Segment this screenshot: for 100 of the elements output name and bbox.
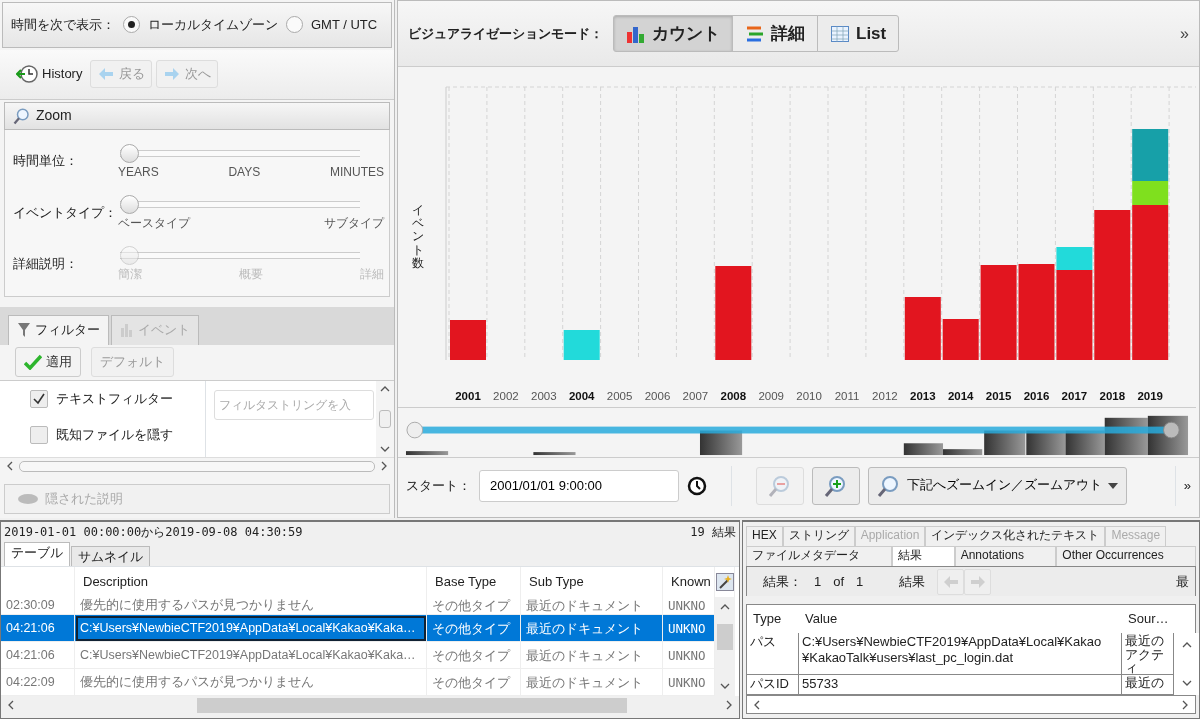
mode-label: ビジュアライゼーションモード： [408, 25, 603, 42]
checkbox-label[interactable]: テキストフィルター [56, 390, 173, 407]
scrollbar-thumb[interactable] [197, 697, 627, 713]
table-cell[interactable]: 最近のドキュメント [521, 615, 663, 642]
table-icon [830, 23, 850, 44]
vertical-scrollbar[interactable] [715, 597, 735, 696]
histogram-bar [406, 451, 449, 456]
zoom-out-icon [768, 473, 792, 498]
table-cell[interactable]: 04:21:06 [1, 615, 75, 642]
results-unit: 結果 [899, 573, 926, 590]
column-header[interactable]: Known [663, 567, 715, 597]
axis-label: 2009 [758, 390, 784, 402]
axis-label: 2003 [531, 390, 557, 402]
radio-label[interactable]: ローカルタイムゾーン [148, 17, 278, 33]
axis-title: イベント数 [412, 204, 424, 270]
table-cell[interactable]: その他タイプ [427, 642, 521, 669]
tick-label: DAYS [228, 164, 261, 179]
search-icon [13, 106, 31, 125]
history-icon [16, 64, 38, 85]
tab[interactable]: サムネイル [71, 546, 150, 566]
table-cell[interactable]: 最近のドキュメント [521, 642, 663, 669]
table-cell[interactable]: C:¥Users¥NewbieCTF2019¥AppData¥Local¥Kakao¥Kaka… [75, 615, 427, 642]
table-cell[interactable]: 04:21:06 [1, 642, 75, 669]
history-label: History [42, 66, 83, 82]
result-total: 1 [856, 573, 864, 590]
radio-button[interactable] [123, 16, 140, 34]
slider-label: 詳細説明： [13, 256, 79, 272]
bar [563, 330, 600, 360]
range-slider[interactable] [406, 421, 1180, 439]
scrollbar-thumb[interactable] [19, 460, 375, 472]
slider-thumb[interactable] [120, 194, 139, 214]
axis-label: 2015 [985, 390, 1012, 402]
axis-label: 2012 [872, 390, 898, 402]
table-cell[interactable]: UNKNO [663, 615, 715, 642]
table-cell: 最近の [1122, 675, 1174, 695]
slider-thumb[interactable] [406, 421, 424, 439]
axis-label: 2007 [682, 390, 709, 402]
axis-label: 2005 [606, 390, 633, 402]
radio-label[interactable]: GMT / UTC [311, 17, 378, 33]
axis-label: 2016 [1023, 390, 1050, 402]
result-index: 1 [814, 573, 822, 590]
bar [450, 320, 486, 360]
tick-label: ベースタイプ [118, 215, 190, 231]
checkbox[interactable] [30, 389, 48, 408]
checkbox[interactable] [30, 425, 48, 444]
truncated-label: 最 [1176, 573, 1189, 590]
column-header[interactable]: Sub Type [521, 567, 663, 597]
mode-button[interactable]: カウント [613, 14, 733, 53]
tick-label: MINUTES [330, 164, 384, 179]
radio-button[interactable] [286, 16, 303, 34]
axis-label: 2019 [1137, 390, 1163, 402]
table-cell[interactable]: C:¥Users¥NewbieCTF2019¥AppData¥Local¥Kakao¥Kaka… [75, 642, 427, 669]
arrow-right-icon [163, 66, 182, 83]
table-cell: パス [747, 633, 799, 675]
slider-thumb[interactable] [120, 143, 139, 163]
tab[interactable]: Annotations [954, 546, 1057, 566]
apply-button[interactable]: 適用 [15, 347, 81, 378]
caret-icon [1108, 482, 1118, 489]
overflow-button[interactable]: » [1180, 23, 1189, 44]
tab[interactable]: ファイルメタデータ [746, 546, 893, 566]
tab[interactable]: 結果 [892, 546, 955, 566]
axis-label: 2001 [455, 390, 481, 402]
axis-label: 2006 [644, 390, 671, 402]
zoom-in-icon [824, 473, 848, 498]
zoom-in-button[interactable] [812, 466, 860, 505]
column-header[interactable]: Base Type [427, 567, 521, 597]
horizontal-scrollbar[interactable] [746, 696, 1196, 714]
column-header[interactable]: Type [747, 605, 799, 633]
column-header[interactable]: Description [75, 567, 427, 597]
mode-button[interactable]: List [817, 14, 900, 53]
tab[interactable]: ストリング [782, 526, 855, 546]
check-icon [24, 354, 42, 371]
section-title: Zoom [36, 107, 72, 124]
tab[interactable]: フィルター [8, 314, 109, 345]
table-cell[interactable]: UNKNO [663, 642, 715, 669]
table-cell: C:¥Users¥NewbieCTF2019¥AppData¥Local¥Kakao ¥KakaoTalk¥users¥last_pc_login.dat [799, 633, 1122, 675]
axis-label: 2004 [568, 390, 595, 402]
column-header[interactable]: Value [799, 605, 1122, 633]
of-label: of [833, 573, 845, 590]
axis-label: 2018 [1099, 390, 1126, 402]
arrow-right-icon [968, 573, 987, 590]
vertical-scrollbar[interactable] [376, 380, 394, 458]
table-cell[interactable]: その他タイプ [427, 615, 521, 642]
checkbox-label[interactable]: 既知ファイルを隠す [56, 426, 173, 443]
tab[interactable]: Other Occurrences [1056, 546, 1196, 566]
tab[interactable]: テーブル [4, 542, 70, 566]
tab[interactable]: HEX [746, 526, 783, 546]
filter-search-field[interactable]: フィルタストリングを入 [214, 389, 374, 420]
overflow-button[interactable]: » [1183, 477, 1191, 494]
scrollbar-thumb[interactable] [717, 623, 733, 650]
table-cell: パスID [747, 675, 799, 695]
column-header[interactable]: Sour… [1122, 605, 1174, 633]
start-field[interactable]: 2001/01/01 9:00:00 [479, 469, 679, 502]
tick-label: サブタイプ [324, 215, 384, 231]
axis-label: 2011 [834, 390, 860, 402]
mode-button[interactable]: 詳細 [732, 14, 818, 53]
axis-label: 2017 [1061, 390, 1088, 402]
zoom-menu-button[interactable]: 下記へズームイン／ズームアウト [868, 466, 1127, 505]
tab[interactable]: インデックス化されたテキスト [925, 526, 1106, 546]
scrollbar-thumb[interactable] [379, 409, 391, 428]
